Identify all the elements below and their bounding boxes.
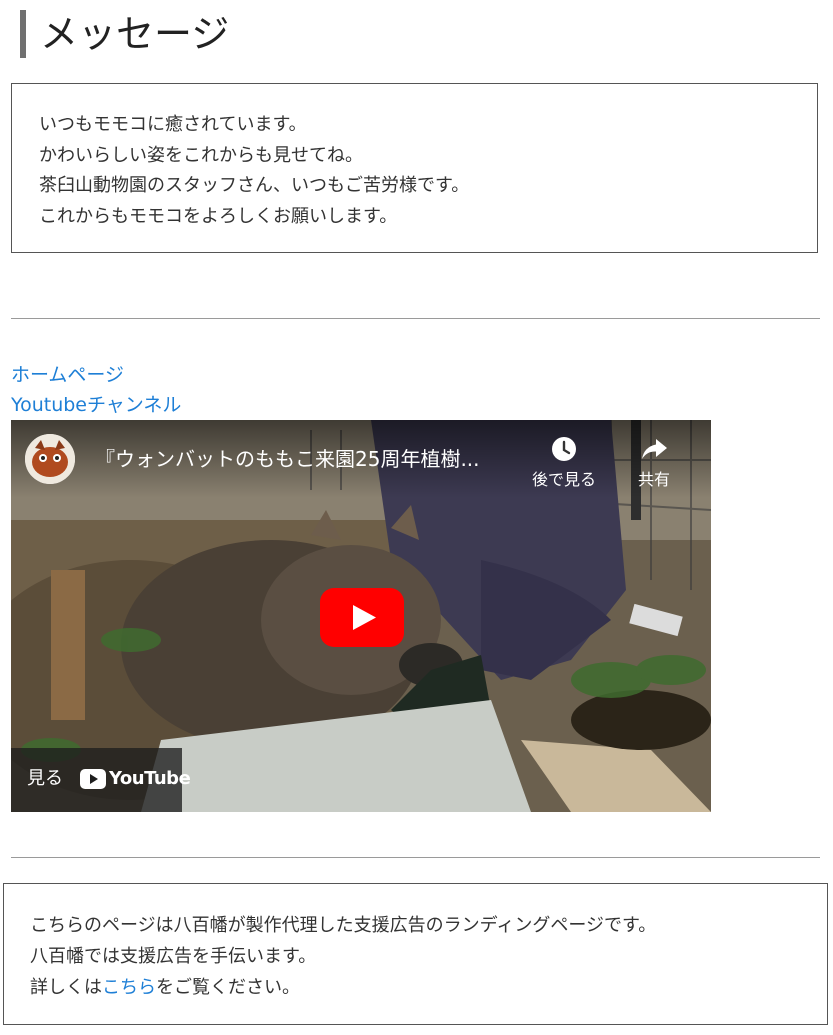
youtube-channel-link[interactable]: Youtubeチャンネル [11,393,181,417]
play-icon [320,588,404,647]
play-button[interactable] [320,588,404,647]
channel-avatar[interactable] [25,434,75,484]
message-line: かわいらしい姿をこれからも見せてね。 [39,144,363,166]
youtube-wordmark: YouTube [109,768,191,789]
footer-box: こちらのページは八百幡が製作代理した支援広告のランディングページです。 八百幡で… [3,883,828,1025]
homepage-link[interactable]: ホームページ [11,363,124,387]
message-line: 茶臼山動物園のスタッフさん、いつもご苦労様です。 [39,175,470,196]
message-line: これからもモモコをよろしくお願いします。 [39,205,398,227]
footer-line: こちらのページは八百幡が製作代理した支援広告のランディングページです。 [30,915,657,936]
share-icon [642,439,667,459]
details-link[interactable]: こちら [102,977,156,998]
youtube-video-embed[interactable]: 『ウォンバットのももこ来園25周年植樹... 後で見る 共有 見る YouTub… [11,420,711,812]
share-button[interactable]: 共有 [614,436,694,490]
footer-text: 詳しくは [30,977,102,998]
watch-later-button[interactable]: 後で見る [524,436,604,490]
clock-icon [552,437,576,461]
section-divider [11,857,820,858]
page-title: メッセージ [20,10,229,58]
footer-line: 八百幡では支援広告を手伝います。 [30,946,317,967]
section-divider [11,318,820,319]
youtube-logo-icon [80,769,106,789]
message-line: いつもモモコに癒されています。 [39,114,307,135]
share-label: 共有 [637,470,670,489]
channel-avatar-image [25,434,75,484]
footer-text: をご覧ください。 [156,977,300,998]
video-title[interactable]: 『ウォンバットのももこ来園25周年植樹... [95,446,480,472]
footer-line: 詳しくはこちらをご覧ください。 [30,972,827,1003]
watch-on-label: 見る [27,768,63,789]
watch-later-label: 後で見る [531,470,596,489]
message-box: いつもモモコに癒されています。 かわいらしい姿をこれからも見せてね。 茶臼山動物… [11,83,818,253]
watch-on-youtube-button[interactable]: 見る YouTube [11,748,191,812]
